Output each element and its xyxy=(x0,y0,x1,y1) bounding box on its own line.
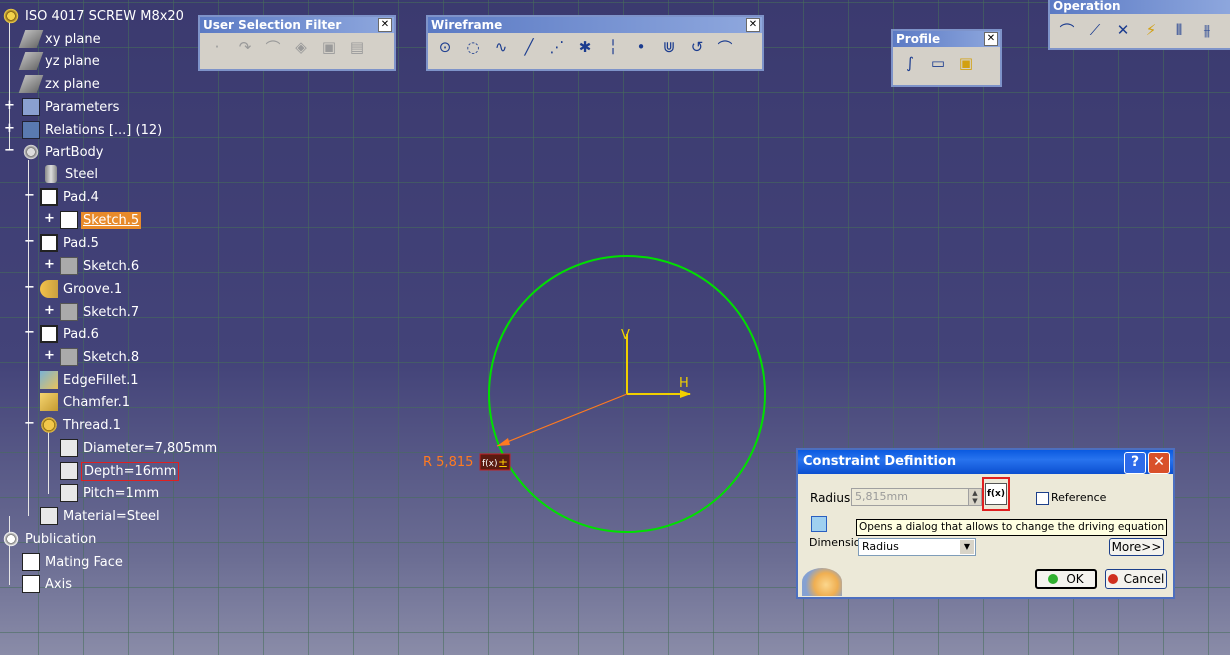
tooltip: Opens a dialog that allows to change the… xyxy=(856,519,1168,536)
fx-button[interactable]: f(x) xyxy=(982,477,1010,511)
fx-marker-text: f(x) xyxy=(482,459,498,469)
dialog-title-bar: Constraint Definition ? ✕ xyxy=(798,450,1173,474)
close-button[interactable]: ✕ xyxy=(1148,452,1170,474)
radius-dimension-line[interactable] xyxy=(496,393,628,447)
fx-marker-plus: ± xyxy=(498,456,508,470)
radius-spinner[interactable]: ▲ ▼ xyxy=(968,488,982,506)
more-button[interactable]: More>> xyxy=(1109,538,1164,556)
constraint-definition-dialog: Constraint Definition ? ✕ Radius 5,815mm… xyxy=(796,448,1175,599)
fx-icon: f(x) xyxy=(985,483,1007,505)
cancel-red-icon xyxy=(1107,574,1118,584)
ok-green-icon xyxy=(1048,574,1059,584)
help-button[interactable]: ? xyxy=(1124,452,1146,474)
radius-arrow-icon xyxy=(497,438,510,446)
h-axis-arrow-icon xyxy=(680,390,691,398)
dimension-type-icon xyxy=(811,516,827,532)
ok-button[interactable]: OK xyxy=(1035,569,1097,589)
radius-label: Radius xyxy=(810,491,851,505)
reference-label: Reference xyxy=(1051,491,1107,504)
dimension-select[interactable]: Radius ▼ xyxy=(858,538,976,556)
axis-h-label: H xyxy=(679,376,689,391)
cancel-button[interactable]: Cancel xyxy=(1105,569,1167,589)
radius-field[interactable]: 5,815mm xyxy=(851,488,969,506)
chevron-down-icon: ▼ xyxy=(960,540,974,554)
axis-v-label: V xyxy=(621,328,630,343)
radius-dimension-text[interactable]: R 5,815 xyxy=(423,455,473,470)
globe-icon xyxy=(802,568,842,596)
reference-checkbox[interactable] xyxy=(1036,492,1049,505)
